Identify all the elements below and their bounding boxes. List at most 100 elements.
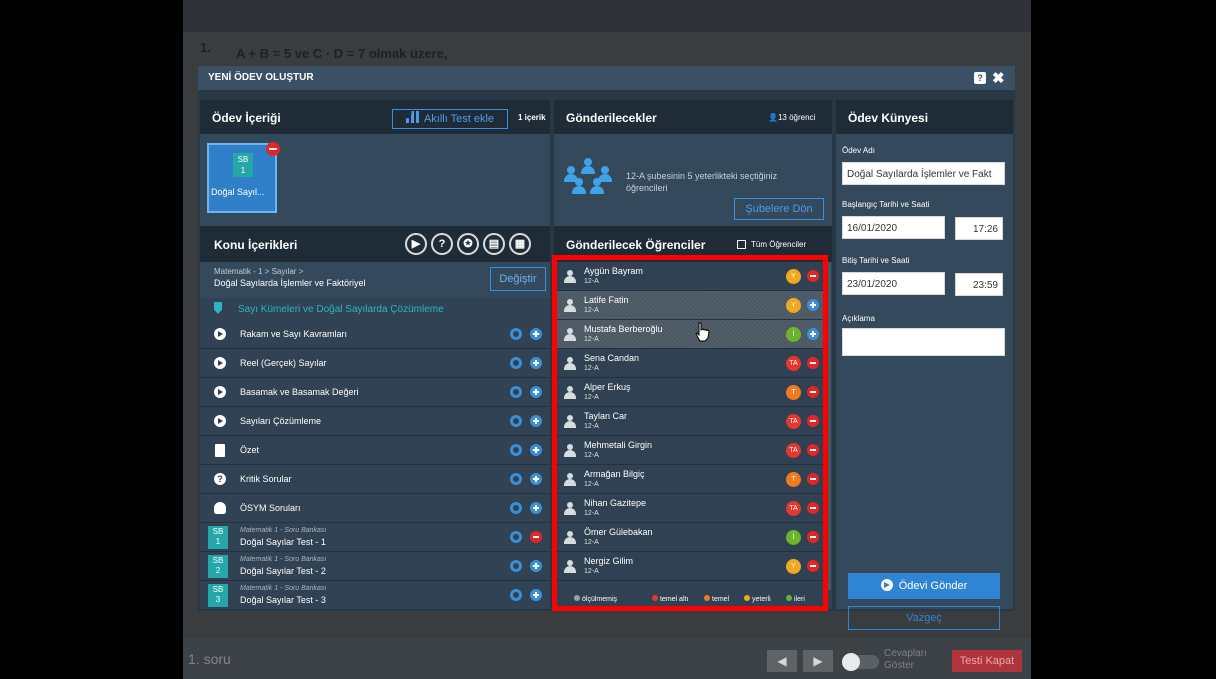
hand-cursor-icon bbox=[695, 322, 710, 342]
add-icon[interactable] bbox=[530, 502, 542, 514]
student-count-label: 13 öğrenci bbox=[777, 113, 816, 122]
preview-icon[interactable] bbox=[510, 386, 522, 398]
preview-icon[interactable] bbox=[510, 444, 522, 456]
question-text: A + B = 5 ve C · D = 7 olmak üzere, bbox=[236, 46, 448, 61]
badge-top: SB bbox=[212, 556, 224, 565]
preview-icon[interactable] bbox=[510, 415, 522, 427]
topic-row[interactable]: ÖSYM Soruları bbox=[200, 494, 550, 523]
question-bank-row[interactable]: SB 2 Matematik 1 - Soru Bankası Doğal Sayıl… bbox=[200, 552, 550, 581]
breadcrumb: Matematik - 1 > Sayılar > bbox=[214, 267, 304, 276]
info-column: Ödev Künyesi Ödev Adı Doğal Sayılarda İş… bbox=[836, 100, 1013, 630]
preview-icon[interactable] bbox=[510, 357, 522, 369]
preview-icon[interactable] bbox=[510, 328, 522, 340]
add-icon[interactable] bbox=[530, 386, 542, 398]
play-circle-icon[interactable]: ▶ bbox=[405, 233, 427, 255]
topic-row[interactable]: Reel (Gerçek) Sayılar bbox=[200, 349, 550, 378]
badge-top: SB bbox=[237, 155, 249, 164]
topic-row[interactable]: Rakam ve Sayı Kavramları bbox=[200, 320, 550, 349]
topic-row[interactable]: Özet bbox=[200, 436, 550, 465]
document-circle-icon[interactable]: ▤ bbox=[483, 233, 505, 255]
add-icon[interactable] bbox=[530, 357, 542, 369]
help-icon[interactable]: ? bbox=[974, 72, 986, 84]
content-tile[interactable]: SB 1 Doğal Sayıl... bbox=[207, 142, 280, 213]
toggle-knob bbox=[842, 653, 860, 671]
add-icon[interactable] bbox=[530, 473, 542, 485]
homework-name-input[interactable]: Doğal Sayılarda İşlemler ve Fakt bbox=[842, 162, 1005, 185]
show-answers-toggle[interactable] bbox=[842, 653, 879, 671]
play-icon bbox=[214, 328, 226, 340]
add-icon[interactable] bbox=[530, 328, 542, 340]
info-title: Ödev Künyesi bbox=[848, 111, 929, 125]
user-icon: 👤 bbox=[768, 113, 778, 122]
preview-icon[interactable] bbox=[510, 589, 522, 601]
next-question-button[interactable]: ▶ bbox=[803, 650, 833, 672]
previous-question-button[interactable]: ◀ bbox=[767, 650, 797, 672]
bank-test-name: Doğal Sayılar Test - 2 bbox=[240, 566, 326, 576]
topic-label: Kritik Sorular bbox=[240, 474, 292, 484]
group-icon bbox=[564, 158, 618, 198]
question-bank-badge: SB 1 bbox=[233, 153, 253, 177]
close-icon[interactable]: ✖ bbox=[992, 69, 1005, 87]
document-icon bbox=[215, 444, 225, 457]
topic-label: Rakam ve Sayı Kavramları bbox=[240, 329, 348, 339]
remove-icon[interactable] bbox=[530, 531, 542, 543]
all-students-checkbox[interactable] bbox=[737, 240, 746, 249]
question-bank-badge: SB 3 bbox=[208, 584, 228, 607]
start-label: Başlangıç Tarihi ve Saati bbox=[842, 200, 930, 209]
question-circle-icon[interactable]: ? bbox=[431, 233, 453, 255]
topic-label: Reel (Gerçek) Sayılar bbox=[240, 358, 327, 368]
question-bank-row[interactable]: SB 1 Matematik 1 - Soru Bankası Doğal Sayıl… bbox=[200, 523, 550, 552]
play-icon bbox=[214, 415, 226, 427]
play-icon bbox=[214, 386, 226, 398]
name-label: Ödev Adı bbox=[842, 146, 875, 155]
cancel-button[interactable]: Vazgeç bbox=[848, 606, 1000, 630]
add-icon[interactable] bbox=[530, 415, 542, 427]
info-form: Ödev Adı Doğal Sayılarda İşlemler ve Fak… bbox=[836, 134, 1013, 630]
recipients-title: Gönderilecekler bbox=[566, 111, 657, 125]
preview-icon[interactable] bbox=[510, 473, 522, 485]
add-icon[interactable] bbox=[530, 589, 542, 601]
question-number: 1. bbox=[200, 40, 211, 55]
show-answers-label: Cevapları Göster bbox=[884, 648, 927, 671]
back-to-branches-button[interactable]: Şubelere Dön bbox=[734, 198, 824, 220]
chart-bars-icon bbox=[405, 111, 420, 123]
bank-source: Matematik 1 - Soru Bankası bbox=[240, 527, 327, 534]
question-bank-badge: SB 1 bbox=[208, 526, 228, 549]
bank-source: Matematik 1 - Soru Bankası bbox=[240, 585, 327, 592]
end-date-input[interactable]: 23/01/2020 bbox=[842, 272, 945, 295]
remove-content-icon[interactable] bbox=[266, 142, 280, 156]
bank-test-name: Doğal Sayılar Test - 1 bbox=[240, 537, 326, 547]
badge-top: SB bbox=[212, 527, 224, 536]
add-icon[interactable] bbox=[530, 444, 542, 456]
content-title: Ödev İçeriği bbox=[212, 111, 281, 125]
preview-icon[interactable] bbox=[510, 560, 522, 572]
add-icon[interactable] bbox=[530, 560, 542, 572]
background-top-bar bbox=[183, 0, 1031, 32]
add-smart-test-button[interactable]: Akıllı Test ekle bbox=[392, 109, 508, 129]
modal-header: YENİ ÖDEV OLUŞTUR ? ✖ bbox=[198, 66, 1015, 90]
topic-label: Sayıları Çözümleme bbox=[240, 416, 322, 426]
start-date-input[interactable]: 16/01/2020 bbox=[842, 216, 945, 239]
content-area: SB 1 Doğal Sayıl... bbox=[200, 134, 550, 226]
change-topic-button[interactable]: Değiştir bbox=[490, 267, 546, 291]
topic-row[interactable]: ? Kritik Sorular bbox=[200, 465, 550, 494]
question-bank-badge: SB 2 bbox=[208, 555, 228, 578]
send-homework-button[interactable]: Ödevi Gönder bbox=[848, 573, 1000, 599]
preview-icon[interactable] bbox=[510, 531, 522, 543]
end-time-input[interactable]: 23:59 bbox=[955, 273, 1003, 296]
question-bank-row[interactable]: SB 3 Matematik 1 - Soru Bankası Doğal Sayıl… bbox=[200, 581, 550, 610]
start-time-input[interactable]: 17:26 bbox=[955, 217, 1003, 240]
description-input[interactable] bbox=[842, 328, 1005, 356]
section-header[interactable]: Sayı Kümeleri ve Doğal Sayılarda Çözümle… bbox=[200, 298, 550, 320]
topic-row[interactable]: Sayıları Çözümleme bbox=[200, 407, 550, 436]
topic-label: Özet bbox=[240, 445, 260, 455]
topic-row[interactable]: Basamak ve Basamak Değeri bbox=[200, 378, 550, 407]
screen: 1. A + B = 5 ve C · D = 7 olmak üzere, 1… bbox=[0, 0, 1216, 679]
close-test-button[interactable]: Testi Kapat bbox=[952, 650, 1022, 672]
preview-icon[interactable] bbox=[510, 502, 522, 514]
badge-icon bbox=[214, 502, 226, 514]
badge-circle-icon[interactable]: ✪ bbox=[457, 233, 479, 255]
modal-title: YENİ ÖDEV OLUŞTUR bbox=[208, 72, 314, 83]
grid-circle-icon[interactable]: ▦ bbox=[509, 233, 531, 255]
bank-test-name: Doğal Sayılar Test - 3 bbox=[240, 595, 326, 605]
